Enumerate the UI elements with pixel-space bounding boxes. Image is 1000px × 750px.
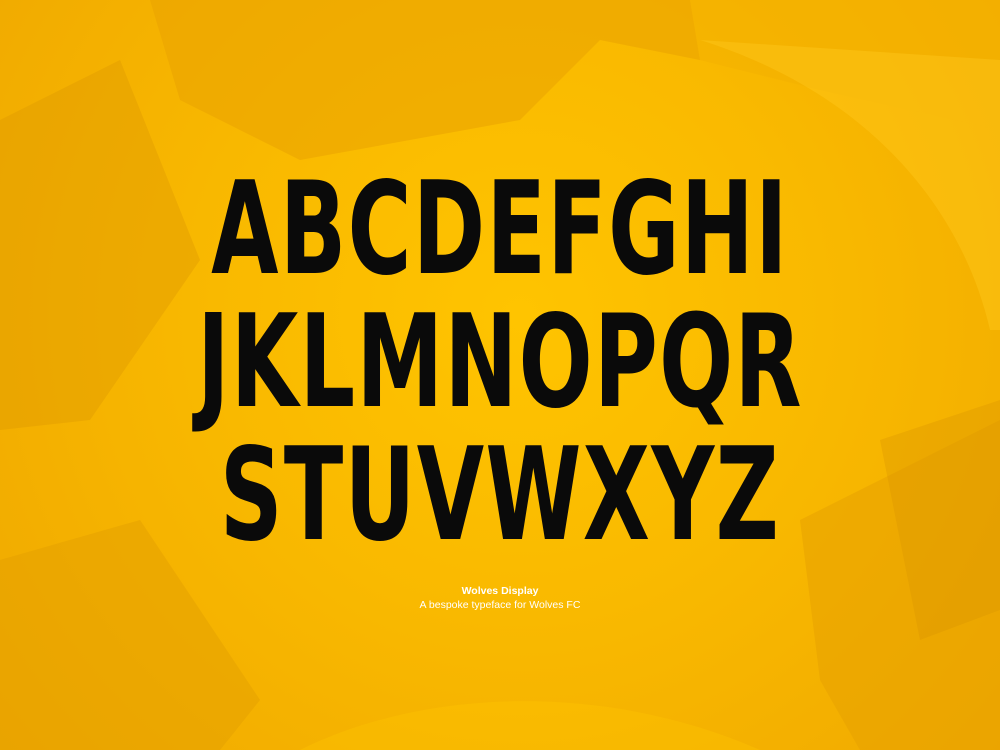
typeface-name: Wolves Display <box>461 585 539 597</box>
poster: ABCDEFGHI JKLMNOPQR STUVWXYZ Wolves Disp… <box>0 0 1000 750</box>
highlight-shape-bottom <box>300 701 760 750</box>
alphabet-row-2: JKLMNOPQR <box>197 288 803 437</box>
typeface-description: A bespoke typeface for Wolves FC <box>419 599 581 611</box>
caption: Wolves Display A bespoke typeface for Wo… <box>0 584 1000 612</box>
alphabet-specimen: ABCDEFGHI JKLMNOPQR STUVWXYZ <box>0 163 1000 562</box>
shadow-shape-top <box>150 0 700 160</box>
alphabet-row-3: STUVWXYZ <box>219 421 781 570</box>
alphabet-row-1: ABCDEFGHI <box>211 155 789 304</box>
